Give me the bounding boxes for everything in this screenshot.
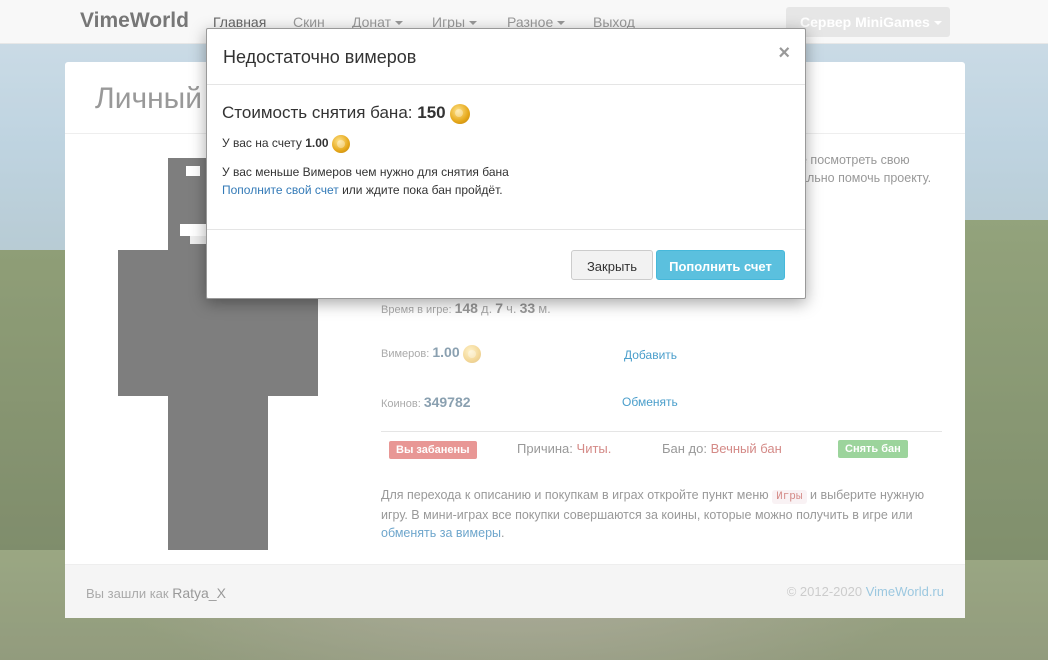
- unban-cost: Стоимость снятия бана: 150: [222, 103, 471, 124]
- vimers-stat: Вимеров: 1.00: [381, 344, 481, 364]
- exchange-coins-link[interactable]: Обменять: [622, 395, 678, 409]
- ban-until: Бан до: Вечный бан: [662, 441, 782, 456]
- modal-body: Стоимость снятия бана: 150 У вас на счет…: [207, 85, 805, 229]
- intro-text: е посмотреть свою ально помочь проекту.: [800, 153, 932, 185]
- games-menu-code: Игры: [772, 490, 807, 504]
- copyright: © 2012-2020 VimeWorld.ru: [786, 584, 944, 599]
- modal-header: Недостаточно вимеров ×: [207, 29, 805, 85]
- caret-down-icon: [469, 21, 478, 26]
- unban-button[interactable]: Снять бан: [838, 440, 908, 458]
- divider: [381, 431, 942, 432]
- banned-status-badge: Вы забанены: [389, 441, 477, 459]
- close-button[interactable]: Закрыть: [571, 250, 653, 280]
- topup-hint: Пополните свой счет или ждите пока бан п…: [222, 183, 503, 197]
- add-vimers-link[interactable]: Добавить: [624, 348, 677, 362]
- ban-reason: Причина: Читы.: [517, 441, 612, 456]
- vimer-coin-icon: [450, 103, 471, 124]
- caret-down-icon: [933, 21, 942, 26]
- logged-in-as: Вы зашли как Ratya_X: [86, 585, 226, 601]
- brand-logo[interactable]: VimeWorld: [80, 9, 189, 33]
- panel-footer: Вы зашли как Ratya_X © 2012-2020 VimeWor…: [65, 564, 965, 618]
- topup-account-link[interactable]: Пополните свой счет: [222, 183, 339, 197]
- caret-down-icon: [395, 21, 404, 26]
- exchange-vimers-link[interactable]: обменять за вимеры: [381, 526, 501, 540]
- close-icon[interactable]: ×: [778, 43, 790, 63]
- playtime-stat: Время в игре: 148 д. 7 ч. 33 м.: [381, 300, 551, 316]
- modal-footer: Закрыть Пополнить счет: [207, 229, 805, 299]
- account-balance: У вас на счету 1.00: [222, 135, 350, 153]
- site-link[interactable]: VimeWorld.ru: [866, 584, 944, 599]
- caret-down-icon: [557, 21, 566, 26]
- insufficient-message: У вас меньше Вимеров чем нужно для сняти…: [222, 165, 509, 179]
- page-title: Личный: [95, 82, 202, 115]
- modal-title: Недостаточно вимеров: [223, 47, 417, 67]
- vimer-coin-icon: [331, 135, 350, 153]
- vimer-coin-icon: [462, 345, 481, 364]
- games-info-text: Для перехода к описанию и покупкам в игр…: [381, 488, 925, 540]
- server-select-button[interactable]: Сервер MiniGames: [786, 7, 950, 37]
- coins-stat: Коинов: 349782: [381, 394, 471, 410]
- topup-account-button[interactable]: Пополнить счет: [656, 250, 785, 280]
- username: Ratya_X: [172, 585, 226, 601]
- insufficient-vimers-modal: Недостаточно вимеров × Стоимость снятия …: [206, 28, 806, 299]
